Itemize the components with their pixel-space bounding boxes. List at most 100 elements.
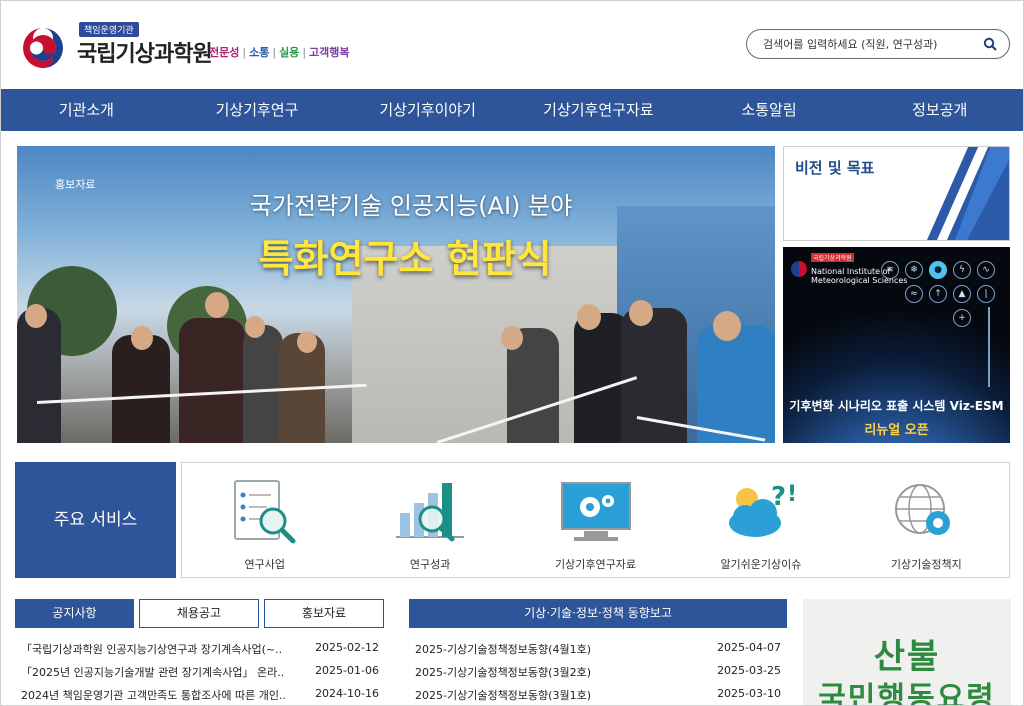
person-shape (17, 308, 61, 443)
notice-row[interactable]: 「2025년 인공지능기술개발 관련 장기계속사업」 온라.. 2025-01-0… (15, 664, 385, 687)
banner-line-1: 산불 (873, 637, 941, 677)
esm-subtitle: 리뉴얼 오픈 (864, 423, 929, 438)
head-shape (577, 304, 601, 330)
person-shape (179, 318, 245, 443)
trend-date: 2025-03-25 (717, 664, 781, 677)
notice-date: 2025-02-12 (315, 641, 379, 654)
notice-date: 2024-10-16 (315, 687, 379, 700)
head-shape (25, 304, 47, 328)
trend-list: 2025-기상기술정책정보동향(4월1호) 2025-04-07 2025-기상기… (409, 641, 787, 705)
trend-row[interactable]: 2025-기상기술정책정보동향(3월2호) 2025-03-25 (409, 664, 787, 687)
services-list: 연구사업 연구성과 기상기후연구자료 ? ! 알기쉬운기상이슈 기상기술정책지 (181, 462, 1010, 578)
tab-recruitment[interactable]: 채용공고 (139, 599, 259, 628)
notice-title: 「2025년 인공지능기술개발 관련 장기계속사업」 온라.. (21, 666, 285, 679)
wind-icon: ≋ (881, 261, 899, 279)
nav-item-disclosure[interactable]: 정보공개 (854, 89, 1023, 131)
svg-text:?: ? (771, 482, 786, 512)
service-label: 연구성과 (409, 558, 451, 571)
trend-title: 2025-기상기술정책정보동향(3월2호) (415, 666, 591, 679)
head-shape (245, 316, 265, 338)
service-weather-issues[interactable]: ? ! 알기쉬운기상이슈 (678, 463, 843, 577)
svg-text:!: ! (787, 482, 797, 507)
search-box (746, 29, 1010, 59)
viz-esm-banner[interactable]: 국립기상과학원 National Institute of Meteorolog… (783, 247, 1010, 443)
person-shape (112, 335, 170, 443)
cloud-question-icon: ? ! (728, 482, 797, 537)
globe-gear-icon (895, 484, 951, 535)
service-label: 기상기후연구자료 (555, 558, 636, 571)
trend-date: 2025-03-10 (717, 687, 781, 700)
trend-title: 2025-기상기술정책정보동향(4월1호) (415, 643, 591, 656)
head-shape (629, 300, 653, 326)
head-shape (205, 292, 229, 318)
head-shape (131, 326, 153, 350)
hero-banner[interactable]: 홍보자료 국가전략기술 인공지능(AI) 분야 특화연구소 현판식 (17, 146, 775, 443)
nav-item-about[interactable]: 기관소개 (1, 89, 172, 131)
tab-notices[interactable]: 공지사항 (15, 599, 134, 628)
notice-row[interactable]: 2024년 책임운영기관 고객만족도 통합조사에 따른 개인.. 2024-10-… (15, 687, 385, 705)
banner-line-2: 국민행동요령 (818, 681, 996, 706)
wave-icon: ∿ (977, 261, 995, 279)
page: 책임운영기관 국립기상과학원 전문성|소통|실용|고객행복 기관소개 기상기후연… (0, 0, 1024, 706)
nav-item-research[interactable]: 기상기후연구 (172, 89, 343, 131)
service-research-results[interactable]: 연구성과 (347, 463, 512, 577)
time-slider (988, 307, 990, 387)
temp-icon: ↑ (929, 285, 947, 303)
vision-banner[interactable]: 비전 및 목표 (783, 146, 1010, 241)
hero-title: 특화연구소 현판식 (258, 237, 552, 281)
slogan-2: 소통 (249, 46, 270, 59)
land-icon: ▲ (953, 285, 971, 303)
document-search-icon (233, 480, 296, 544)
monitor-gear-icon (560, 482, 631, 541)
taegeuk-logo-icon[interactable] (21, 26, 65, 70)
slogan-1: 전문성 (209, 46, 240, 59)
bar-chart-search-icon (396, 483, 465, 542)
service-label: 기상기술정책지 (890, 558, 962, 571)
services-label: 주요 서비스 (15, 462, 176, 578)
nav-item-data[interactable]: 기상기후연구자료 (513, 89, 684, 131)
search-input[interactable] (763, 35, 968, 53)
service-research-data[interactable]: 기상기후연구자료 (513, 463, 678, 577)
storm-icon: ϟ (953, 261, 971, 279)
trend-header[interactable]: 기상·기술·정보·정책 동향보고 (409, 599, 787, 628)
wildfire-banner[interactable]: 산불 국민행동요령 (803, 599, 1011, 706)
search-icon[interactable] (983, 37, 997, 51)
main-nav: 기관소개 기상기후연구 기상기후이야기 기상기후연구자료 소통알림 정보공개 (1, 89, 1023, 131)
institute-logo-icon (791, 261, 807, 277)
notice-date: 2025-01-06 (315, 664, 379, 677)
head-shape (713, 311, 741, 341)
expand-icon: + (953, 309, 971, 327)
service-research-projects[interactable]: 연구사업 (182, 463, 347, 577)
nav-item-stories[interactable]: 기상기후이야기 (342, 89, 513, 131)
vision-stripes-graphic (927, 147, 1009, 240)
trend-date: 2025-04-07 (717, 641, 781, 654)
service-label: 알기쉬운기상이슈 (720, 558, 802, 571)
person-shape (697, 325, 775, 443)
org-type-badge: 책임운영기관 (79, 22, 139, 37)
esm-title: 기후변화 시나리오 표출 시스템 Viz-ESM (789, 399, 1004, 413)
trend-title: 2025-기상기술정책정보동향(3월1호) (415, 689, 591, 702)
head-shape (501, 326, 523, 350)
notice-title: 「국립기상과학원 인공지능기상연구과 장기계속사업(~.. (21, 643, 283, 656)
notice-title: 2024년 책임운영기관 고객만족도 통합조사에 따른 개인.. (21, 689, 286, 702)
slogan-4: 고객행복 (309, 46, 350, 59)
hero-headline: 국가전략기술 인공지능(AI) 분야 (249, 192, 573, 220)
org-name[interactable]: 국립기상과학원 (77, 36, 213, 68)
esm-org-en-1: National Institute of (811, 267, 891, 276)
notice-row[interactable]: 「국립기상과학원 인공지능기상연구과 장기계속사업(~.. 2025-02-12 (15, 641, 385, 664)
esm-badge: 국립기상과학원 (811, 253, 854, 262)
tab-press[interactable]: 홍보자료 (264, 599, 384, 628)
trend-row[interactable]: 2025-기상기술정책정보동향(3월1호) 2025-03-10 (409, 687, 787, 705)
slogan: 전문성 | 소통 | 실용 | 고객행복 (209, 46, 350, 59)
nav-item-news[interactable]: 소통알림 (684, 89, 855, 131)
drop-icon: ● (929, 261, 947, 279)
service-policy-journal[interactable]: 기상기술정책지 (844, 463, 1009, 577)
snow-icon: ❄ (905, 261, 923, 279)
site-header: 책임운영기관 국립기상과학원 전문성 | 소통 | 실용 | 고객행복 (1, 1, 1023, 89)
service-label: 연구사업 (244, 558, 285, 571)
sea-icon: ≈ (905, 285, 923, 303)
vision-title: 비전 및 목표 (795, 159, 875, 177)
trend-row[interactable]: 2025-기상기술정책정보동향(4월1호) 2025-04-07 (409, 641, 787, 664)
person-shape (243, 325, 283, 443)
head-shape (297, 331, 317, 353)
